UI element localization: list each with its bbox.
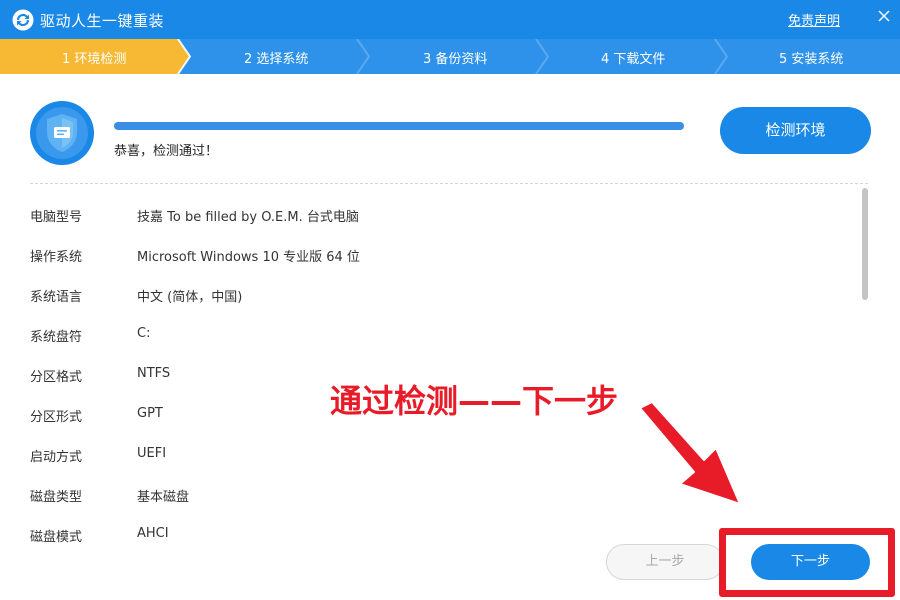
info-value: AHCI — [137, 526, 169, 541]
red-arrow-icon — [639, 401, 741, 505]
info-row: 操作系统 Microsoft Windows 10 专业版 64 位 — [0, 234, 860, 274]
step-1-label: 1 环境检测 — [62, 52, 127, 67]
prev-step-button[interactable]: 上一步 — [606, 544, 724, 580]
info-row: 系统语言 中文 (简体，中国) — [0, 274, 860, 314]
info-value: 技嘉 To be filled by O.E.M. 台式电脑 — [137, 210, 359, 225]
info-key: 系统语言 — [30, 290, 83, 305]
scrollbar[interactable] — [862, 188, 868, 538]
detect-environment-button[interactable]: 检测环境 — [720, 107, 871, 154]
annotation-highlight-box — [719, 528, 895, 597]
close-icon[interactable] — [872, 4, 896, 28]
info-key: 启动方式 — [30, 450, 83, 465]
info-key: 系统盘符 — [30, 330, 83, 345]
info-value: C: — [137, 326, 151, 341]
detection-status: 恭喜，检测通过！ — [114, 144, 219, 159]
app-logo-icon — [12, 9, 34, 31]
info-row: 系统盘符 C: — [0, 314, 860, 354]
info-key: 磁盘模式 — [30, 530, 83, 545]
divider — [30, 183, 868, 184]
info-value: 中文 (简体，中国) — [137, 290, 243, 305]
info-key: 分区格式 — [30, 370, 83, 385]
window-title: 驱动人生一键重装 — [40, 12, 165, 30]
shield-icon — [30, 101, 94, 165]
detection-progress-fill — [114, 122, 684, 130]
info-row: 电脑型号 技嘉 To be filled by O.E.M. 台式电脑 — [0, 194, 860, 234]
step-2-label: 2 选择系统 — [244, 52, 309, 67]
info-key: 磁盘类型 — [30, 490, 83, 505]
info-key: 电脑型号 — [30, 210, 83, 225]
info-value: GPT — [137, 406, 163, 421]
info-value: Microsoft Windows 10 专业版 64 位 — [137, 250, 360, 265]
title-bar: 驱动人生一键重装 免责声明 — [0, 0, 900, 39]
disclaimer-link[interactable]: 免责声明 — [788, 10, 840, 29]
info-key: 操作系统 — [30, 250, 83, 265]
annotation-text: 通过检测——下一步 — [330, 382, 619, 420]
info-value: 基本磁盘 — [137, 490, 190, 505]
step-3-label: 3 备份资料 — [423, 52, 488, 67]
step-5-label: 5 安装系统 — [779, 52, 844, 67]
info-key: 分区形式 — [30, 410, 83, 425]
detection-progress-bar — [114, 122, 684, 130]
scrollbar-thumb[interactable] — [862, 188, 868, 300]
info-value: NTFS — [137, 366, 171, 381]
info-value: UEFI — [137, 446, 167, 461]
step-4-label: 4 下载文件 — [601, 52, 666, 67]
steps-bar: 1 环境检测 2 选择系统 3 备份资料 4 下载文件 5 安装系统 — [0, 39, 900, 74]
